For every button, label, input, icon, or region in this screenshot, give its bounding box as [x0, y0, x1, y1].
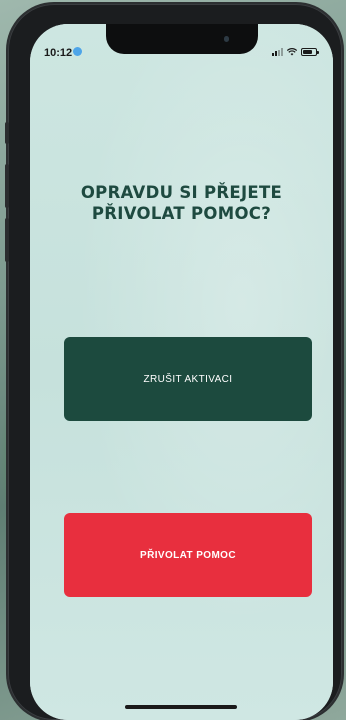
app-screen: 10:12 OPRAVDU SI PŘEJETE PŘIVOLAT POMOC?	[30, 24, 333, 720]
call-for-help-button[interactable]: PŘIVOLAT POMOC	[64, 513, 312, 597]
status-icons	[272, 48, 319, 56]
cancel-activation-label: ZRUŠIT AKTIVACI	[143, 373, 233, 385]
location-indicator-icon	[73, 47, 82, 56]
title-line-2: PŘIVOLAT POMOC?	[91, 204, 272, 223]
front-camera-icon	[224, 36, 229, 42]
title-line-1: OPRAVDU SI PŘEJETE	[80, 183, 283, 202]
home-indicator[interactable]	[125, 705, 237, 709]
volume-up-button	[5, 164, 9, 208]
call-for-help-label: PŘIVOLAT POMOC	[140, 549, 236, 561]
volume-down-button	[5, 218, 9, 262]
cellular-signal-icon	[272, 48, 283, 56]
mute-switch	[5, 122, 9, 144]
wifi-icon	[287, 48, 297, 56]
battery-icon	[301, 48, 319, 56]
cancel-activation-button[interactable]: ZRUŠIT AKTIVACI	[64, 337, 312, 421]
page-title: OPRAVDU SI PŘEJETE PŘIVOLAT POMOC?	[30, 182, 333, 224]
phone-frame: 10:12 OPRAVDU SI PŘEJETE PŘIVOLAT POMOC?	[5, 4, 342, 720]
status-time: 10:12	[44, 47, 73, 59]
notch	[106, 24, 258, 54]
